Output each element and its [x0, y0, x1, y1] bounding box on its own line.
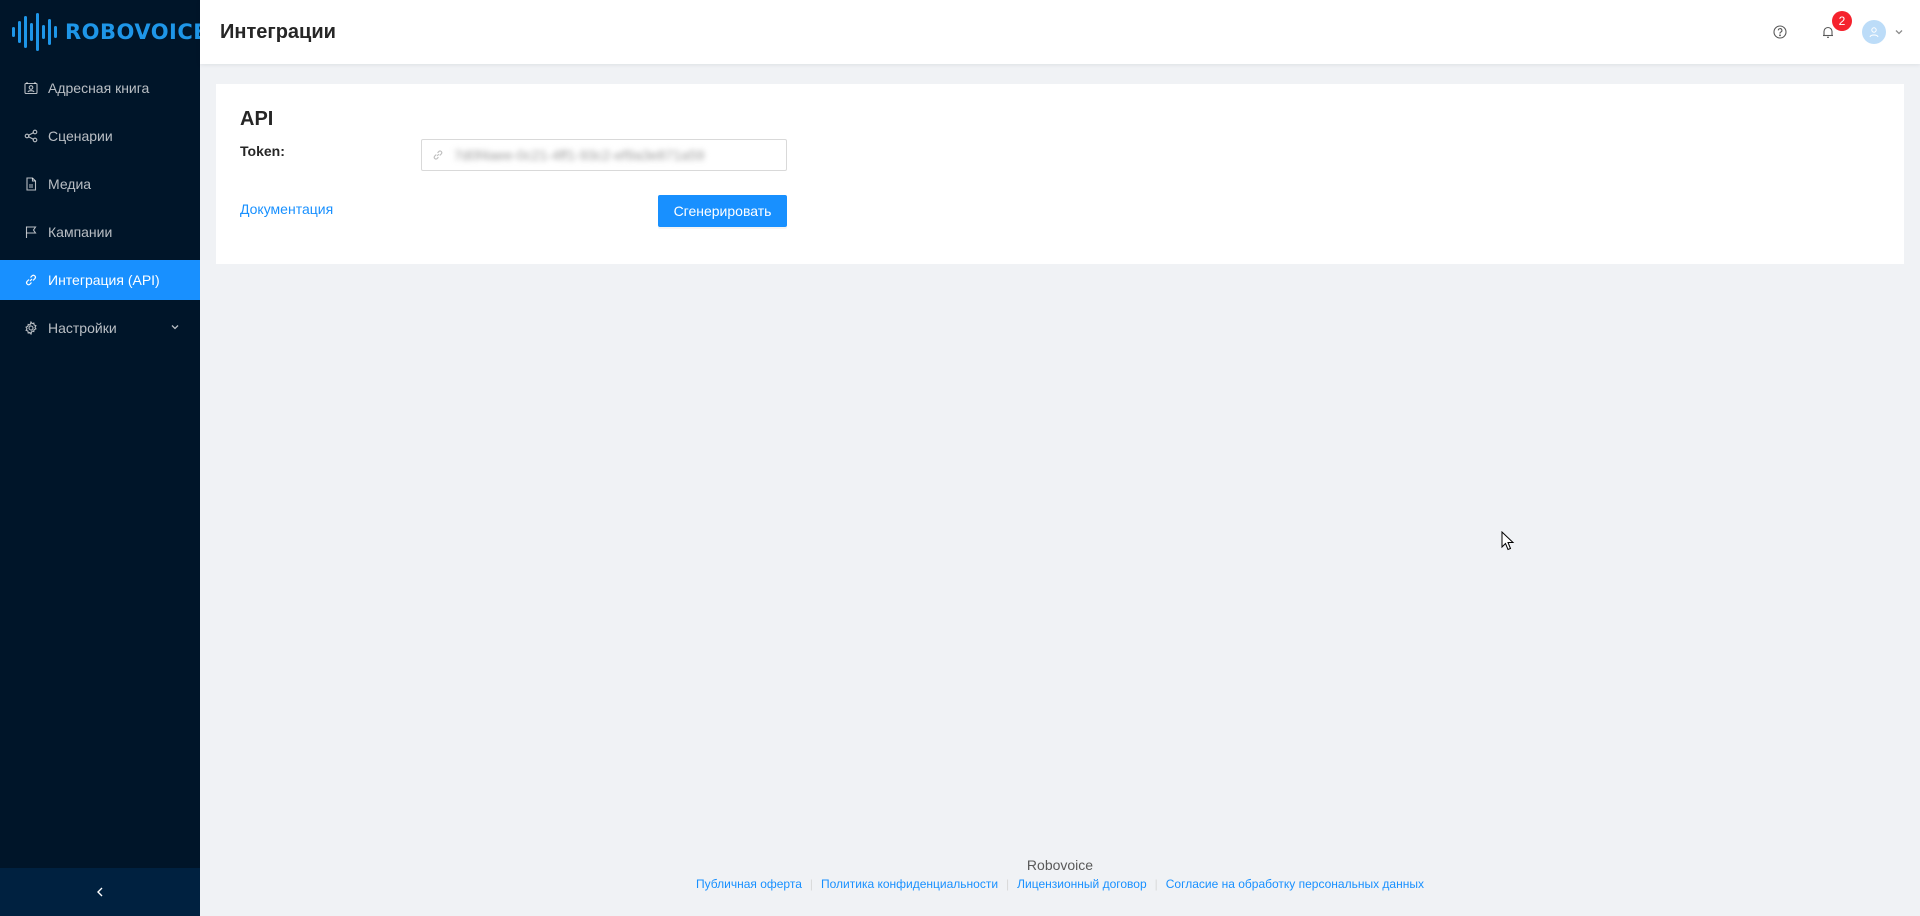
footer-link-privacy-policy[interactable]: Политика конфиденциальности: [813, 877, 1006, 891]
sidebar-item-campaigns[interactable]: Кампании: [0, 212, 200, 252]
token-field[interactable]: 7d0f4aee-0c21-4ff1-93c2-ef9a3e871a59: [421, 139, 787, 171]
sidebar: ROBOVOICE Адресная книга Сценарии Медиа …: [0, 0, 208, 916]
sidebar-item-scenarios[interactable]: Сценарии: [0, 116, 200, 156]
share-icon: [24, 129, 38, 143]
footer-link-public-offer[interactable]: Публичная оферта: [688, 877, 810, 891]
token-label: Token:: [240, 143, 285, 159]
documentation-link[interactable]: Документация: [240, 201, 333, 217]
sidebar-item-integration-api[interactable]: Интеграция (API): [0, 260, 200, 300]
sidebar-item-label: Медиа: [48, 176, 92, 192]
flag-icon: [24, 225, 38, 239]
footer-link-personal-data-consent[interactable]: Согласие на обработку персональных данны…: [1158, 877, 1432, 891]
actions-row: Документация Сгенерировать: [240, 195, 1880, 241]
token-row: Token: 7d0f4aee-0c21-4ff1-93c2-ef9a3e871…: [240, 139, 1880, 175]
chevron-down-icon: [171, 325, 179, 330]
token-value: 7d0f4aee-0c21-4ff1-93c2-ef9a3e871a59: [454, 147, 705, 163]
chevron-left-icon: [97, 887, 103, 897]
contacts-icon: [24, 81, 38, 95]
help-button[interactable]: [1756, 0, 1804, 64]
header: Интеграции 2: [200, 0, 1920, 64]
question-circle-icon: [1773, 25, 1787, 39]
sidebar-item-address-book[interactable]: Адресная книга: [0, 68, 200, 108]
notification-badge: 2: [1832, 11, 1852, 31]
sidebar-item-label: Кампании: [48, 224, 113, 240]
sidebar-item-label: Настройки: [48, 320, 117, 336]
footer-link-license-agreement[interactable]: Лицензионный договор: [1009, 877, 1154, 891]
api-card: API Token: 7d0f4aee-0c21-4ff1-93c2-ef9a3…: [216, 84, 1904, 264]
logo-text: ROBOVOICE: [65, 20, 209, 44]
gear-icon: [24, 321, 38, 335]
sidebar-item-label: Адресная книга: [48, 80, 150, 96]
sidebar-item-media[interactable]: Медиа: [0, 164, 200, 204]
user-icon: [1869, 27, 1879, 38]
file-icon: [24, 177, 38, 191]
sidebar-menu: Адресная книга Сценарии Медиа Кампании И…: [0, 68, 200, 348]
sidebar-item-settings[interactable]: Настройки: [0, 308, 200, 348]
sidebar-item-label: Интеграция (API): [48, 272, 160, 288]
footer-links: Публичная оферта | Политика конфиденциальн…: [200, 876, 1920, 892]
footer: Robovoice Публичная оферта | Политика конф…: [200, 856, 1920, 892]
api-card-title: API: [240, 108, 274, 130]
user-menu[interactable]: [1852, 0, 1920, 64]
generate-button[interactable]: Сгенерировать: [658, 195, 787, 227]
logo-waveform-icon: [12, 12, 57, 52]
bell-icon: [1823, 26, 1833, 38]
link-icon: [24, 273, 38, 287]
avatar: [1862, 20, 1886, 44]
header-actions: 2: [1756, 0, 1920, 64]
page-title: Интеграции: [220, 20, 336, 43]
sidebar-collapse-button[interactable]: [0, 868, 200, 916]
link-icon: [433, 150, 443, 160]
chevron-down-icon: [1895, 30, 1903, 35]
footer-brand: Robovoice: [1026, 857, 1094, 873]
sidebar-item-label: Сценарии: [48, 128, 113, 144]
mouse-cursor-icon: [1501, 531, 1515, 551]
logo[interactable]: ROBOVOICE: [0, 0, 208, 64]
notifications-button[interactable]: 2: [1804, 0, 1852, 64]
